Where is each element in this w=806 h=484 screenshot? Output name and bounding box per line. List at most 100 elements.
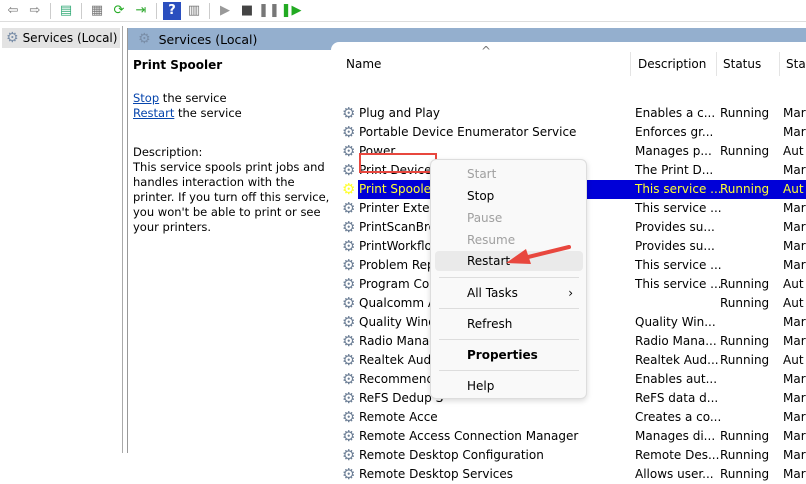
toolbar-divider: [209, 2, 210, 19]
table-row[interactable]: ⚙ Plug and Play Enables a c... Running M…: [331, 104, 806, 123]
annotation-highlight-box: [359, 153, 437, 173]
menu-item-resume: Resume: [467, 233, 516, 247]
service-description: This service ...: [635, 182, 722, 196]
service-gear-icon: ⚙: [342, 275, 356, 293]
pause-service-icon[interactable]: ❚❚: [258, 2, 280, 20]
restart-service-link[interactable]: Restart: [133, 106, 174, 120]
service-name: Realtek Audi: [359, 353, 435, 367]
stop-service-icon[interactable]: ■: [238, 2, 256, 20]
forward-icon[interactable]: ⇨: [26, 2, 44, 20]
service-startup-type: Mar: [783, 410, 806, 424]
toolbar-divider: [156, 2, 157, 19]
column-divider[interactable]: [630, 52, 631, 76]
show-hide-console-tree-icon[interactable]: ▤: [57, 2, 75, 20]
properties-icon[interactable]: ▦: [88, 2, 106, 20]
service-gear-icon: ⚙: [342, 218, 356, 236]
context-menu: Start Stop Pause Resume Restart All Task…: [430, 159, 587, 399]
tree-item-services-local[interactable]: ⚙ Services (Local): [2, 28, 120, 48]
all-tasks-label: All Tasks: [467, 286, 518, 300]
service-startup-type: Mar: [783, 258, 806, 272]
menu-item-restart[interactable]: Restart: [435, 251, 583, 271]
service-startup-type: Mar: [783, 220, 806, 234]
service-description: This service ...: [635, 258, 722, 272]
refresh-icon[interactable]: ⟳: [110, 2, 128, 20]
service-description: ReFS data d...: [635, 391, 719, 405]
menu-item-help[interactable]: Help: [435, 376, 583, 396]
toolbar: ⇦ ⇨ ▤ ▦ ⟳ ⇥ ? ▥ ▶ ■ ❚❚ ❚▶: [0, 0, 806, 22]
menu-separator: [439, 339, 579, 340]
service-startup-type: Mar: [783, 334, 806, 348]
service-status: Running: [720, 353, 770, 367]
back-icon[interactable]: ⇦: [4, 2, 22, 20]
menu-item-start: Start: [467, 167, 497, 181]
service-description: Remote Des...: [635, 448, 720, 462]
export-list-icon[interactable]: ⇥: [132, 2, 150, 20]
service-detail-panel: Print Spooler Stop the service Restart t…: [133, 58, 331, 235]
service-status: Running: [720, 448, 770, 462]
stop-service-link[interactable]: Stop: [133, 91, 159, 105]
show-action-pane-icon[interactable]: ▥: [185, 2, 203, 20]
service-gear-icon: ⚙: [342, 123, 356, 141]
service-name: PrintWorkflo: [359, 239, 432, 253]
column-header-row: ^ Name Description Status Star: [331, 44, 806, 77]
service-startup-type: Mar: [783, 391, 806, 405]
menu-item-stop[interactable]: Stop: [435, 186, 583, 206]
column-divider[interactable]: [779, 52, 780, 76]
service-startup-type: Mar: [783, 125, 806, 139]
column-header-name[interactable]: Name: [346, 57, 381, 71]
column-header-status[interactable]: Status: [723, 57, 761, 71]
service-name: Remote Desktop Services: [359, 467, 514, 481]
stop-link-suffix: the service: [159, 91, 227, 105]
service-name: Quality Wind: [359, 315, 436, 329]
table-row[interactable]: ⚙ Remote Access Connection Manager Manag…: [331, 427, 806, 446]
resume-service-icon[interactable]: ❚▶: [281, 2, 302, 20]
service-status: Running: [720, 182, 770, 196]
service-description: Radio Mana...: [635, 334, 717, 348]
menu-item-properties[interactable]: Properties: [435, 345, 583, 365]
service-description: Enforces gr...: [635, 125, 714, 139]
service-startup-type: Aut: [783, 182, 804, 196]
service-description: Quality Win...: [635, 315, 716, 329]
service-startup-type: Mar: [783, 448, 806, 462]
menu-separator: [439, 370, 579, 371]
description-text: This service spools print jobs and handl…: [133, 160, 330, 234]
service-gear-icon: ⚙: [342, 294, 356, 312]
restart-link-suffix: the service: [174, 106, 242, 120]
menu-item-all-tasks[interactable]: All Tasks ›: [435, 283, 583, 303]
table-row[interactable]: ⚙ Remote Desktop Configuration Remote De…: [331, 446, 806, 465]
menu-separator: [439, 308, 579, 309]
table-row[interactable]: ⚙ Portable Device Enumerator Service Enf…: [331, 123, 806, 142]
service-gear-icon: ⚙: [342, 370, 356, 388]
description-label: Description:: [133, 145, 203, 159]
service-title: Print Spooler: [133, 58, 223, 72]
column-header-description[interactable]: Description: [638, 57, 706, 71]
menu-item-pause: Pause: [467, 211, 503, 225]
table-row[interactable]: ⚙ Remote Acce Creates a co... Mar: [331, 408, 806, 427]
service-name: PrintScanBro: [359, 220, 437, 234]
table-row[interactable]: ⚙ Remote Desktop Services Allows user...…: [331, 465, 806, 484]
service-gear-icon: ⚙: [342, 199, 356, 217]
start-service-icon[interactable]: ▶: [216, 2, 234, 20]
column-header-startup[interactable]: Star: [786, 57, 806, 71]
service-gear-icon: ⚙: [342, 161, 356, 179]
help-icon[interactable]: ?: [163, 1, 181, 20]
service-startup-type: Aut: [783, 277, 804, 291]
service-description: Manages p...: [635, 144, 712, 158]
service-gear-icon: ⚙: [342, 465, 356, 483]
column-divider[interactable]: [716, 52, 717, 76]
menu-item-refresh[interactable]: Refresh: [435, 314, 583, 334]
service-description: This service ...: [635, 277, 722, 291]
service-startup-type: Mar: [783, 467, 806, 481]
service-name: Radio Manag: [359, 334, 437, 348]
service-gear-icon: ⚙: [342, 180, 356, 198]
main-header-title: Services (Local): [158, 31, 258, 47]
service-name: Remote Access Connection Manager: [359, 429, 579, 443]
menu-separator: [439, 277, 579, 278]
service-description: Enables aut...: [635, 372, 718, 386]
service-startup-type: Mar: [783, 239, 806, 253]
service-description: Provides su...: [635, 220, 715, 234]
service-description: Enables a c...: [635, 106, 716, 120]
service-gear-icon: ⚙: [342, 408, 356, 426]
service-status: Running: [720, 106, 770, 120]
service-startup-type: Mar: [783, 372, 806, 386]
